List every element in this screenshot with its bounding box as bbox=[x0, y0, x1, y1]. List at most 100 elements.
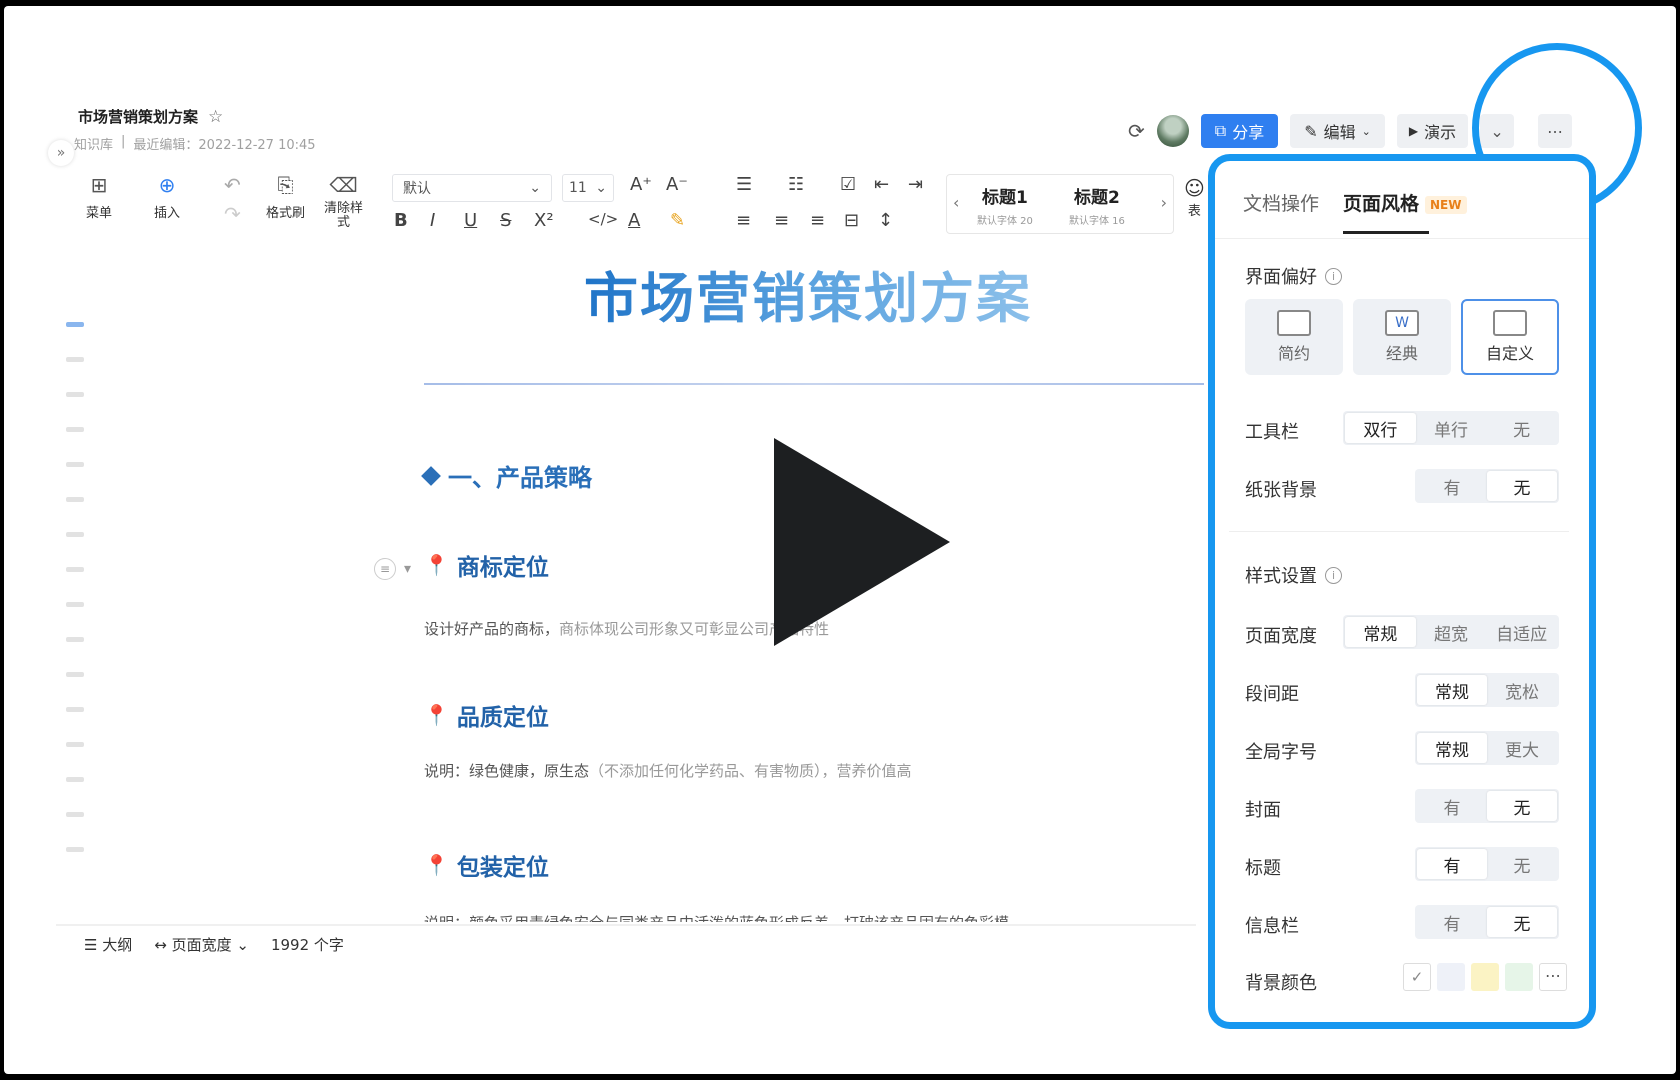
bg-swatch-yellow[interactable] bbox=[1471, 963, 1499, 991]
share-label: 分享 bbox=[1232, 123, 1265, 142]
format-painter-button[interactable]: ⎘ 格式刷 bbox=[266, 172, 305, 221]
paper-opt-no[interactable]: 无 bbox=[1487, 471, 1557, 501]
width-opt-wide[interactable]: 超宽 bbox=[1416, 617, 1487, 647]
edit-button[interactable]: ✎ 编辑 ⌄ bbox=[1290, 114, 1385, 148]
code-icon[interactable]: </> bbox=[588, 210, 618, 228]
outline-marker[interactable] bbox=[66, 637, 84, 642]
justify-icon[interactable]: ⊟ bbox=[844, 210, 859, 231]
width-opt-auto[interactable]: 自适应 bbox=[1486, 617, 1557, 647]
paper-opt-yes[interactable]: 有 bbox=[1417, 471, 1487, 501]
redo-icon[interactable]: ↷ bbox=[224, 202, 241, 226]
outline-marker[interactable] bbox=[66, 602, 84, 607]
chevron-right-icon[interactable]: › bbox=[1161, 193, 1167, 212]
collapse-triangle-icon[interactable]: ▾ bbox=[404, 561, 411, 577]
strikethrough-icon[interactable]: S bbox=[500, 210, 511, 231]
meta-location[interactable]: 知识库 bbox=[74, 134, 113, 153]
pref-simple[interactable]: 简约 bbox=[1245, 299, 1343, 375]
font-select[interactable]: 默认 ⌄ bbox=[392, 174, 552, 202]
menu-button[interactable]: ⊞ 菜单 bbox=[86, 172, 112, 221]
outline-marker[interactable] bbox=[66, 707, 84, 712]
fontsize-opt-normal[interactable]: 常规 bbox=[1417, 733, 1487, 763]
tab-page-style[interactable]: 页面风格 NEW bbox=[1343, 189, 1467, 216]
present-button[interactable]: ▶ 演示 bbox=[1396, 114, 1469, 148]
block-controls: ≡ ▾ bbox=[374, 558, 411, 580]
star-icon[interactable]: ☆ bbox=[208, 107, 223, 127]
outline-marker[interactable] bbox=[66, 847, 84, 852]
outline-marker[interactable] bbox=[66, 567, 84, 572]
align-left-icon[interactable]: ≡ bbox=[736, 210, 751, 231]
underline-icon[interactable]: U bbox=[464, 210, 477, 231]
outline-marker[interactable] bbox=[66, 427, 84, 432]
insert-button[interactable]: ⊕ 插入 bbox=[154, 172, 180, 221]
expand-sidebar-icon[interactable]: » bbox=[48, 140, 74, 166]
indent-icon[interactable]: ⇥ bbox=[908, 174, 923, 195]
outline-marker[interactable] bbox=[66, 497, 84, 502]
bg-swatch-green[interactable] bbox=[1505, 963, 1533, 991]
spacing-opt-loose[interactable]: 宽松 bbox=[1487, 675, 1557, 705]
outline-marker[interactable] bbox=[66, 532, 84, 537]
highlight-icon[interactable]: ✎ bbox=[670, 210, 685, 231]
cover-opt-yes[interactable]: 有 bbox=[1417, 791, 1487, 821]
outline-marker[interactable] bbox=[66, 812, 84, 817]
bg-swatch-blue[interactable] bbox=[1437, 963, 1465, 991]
title-opt-no[interactable]: 无 bbox=[1487, 849, 1557, 879]
outline-marker[interactable] bbox=[66, 462, 84, 467]
bg-swatch-white[interactable]: ✓ bbox=[1403, 963, 1431, 991]
subheading-brand: 📍 商标定位 bbox=[424, 548, 549, 582]
emoji-button[interactable]: ☺ 表 bbox=[1184, 176, 1205, 219]
share-button[interactable]: ⧉ 分享 bbox=[1200, 114, 1279, 148]
superscript-icon[interactable]: X² bbox=[534, 210, 554, 231]
page-width-toggle[interactable]: ↔ 页面宽度 ⌄ bbox=[154, 934, 249, 955]
font-color-icon[interactable]: A bbox=[628, 210, 640, 231]
italic-icon[interactable]: I bbox=[430, 210, 435, 231]
toolbar-opt-double[interactable]: 双行 bbox=[1345, 413, 1416, 443]
block-handle-icon[interactable]: ≡ bbox=[374, 558, 396, 580]
bold-icon[interactable]: B bbox=[394, 210, 408, 231]
heading1-style[interactable]: 标题1 默认字体 20 bbox=[977, 183, 1033, 227]
info-icon[interactable]: i bbox=[1325, 267, 1342, 285]
outline-marker[interactable] bbox=[66, 777, 84, 782]
heading2-style[interactable]: 标题2 默认字体 16 bbox=[1069, 183, 1125, 227]
toolbar-opt-none[interactable]: 无 bbox=[1486, 413, 1557, 443]
outline-marker[interactable] bbox=[66, 357, 84, 362]
pin-icon: 📍 bbox=[424, 853, 449, 877]
video-play-icon[interactable] bbox=[774, 438, 950, 646]
outline-toggle[interactable]: ☰ 大纲 bbox=[84, 934, 132, 955]
fontsize-opt-larger[interactable]: 更大 bbox=[1487, 733, 1557, 763]
clear-format-button[interactable]: ⌫ 清除样式 bbox=[324, 172, 363, 230]
pref-classic[interactable]: W 经典 bbox=[1353, 299, 1451, 375]
outdent-icon[interactable]: ⇤ bbox=[874, 174, 889, 195]
spacing-opt-normal[interactable]: 常规 bbox=[1417, 675, 1487, 705]
increase-font-icon[interactable]: A⁺ bbox=[630, 174, 652, 195]
decrease-font-icon[interactable]: A⁻ bbox=[666, 174, 688, 195]
align-center-icon[interactable]: ≡ bbox=[774, 210, 789, 231]
width-opt-normal[interactable]: 常规 bbox=[1345, 617, 1416, 647]
pref-custom[interactable]: 自定义 bbox=[1461, 299, 1559, 375]
pref-section-title: 界面偏好 i bbox=[1245, 263, 1342, 289]
outline-marker[interactable] bbox=[66, 672, 84, 677]
avatar[interactable] bbox=[1156, 115, 1189, 147]
pen-icon: ✎ bbox=[1304, 121, 1318, 141]
outline-marker[interactable] bbox=[66, 392, 84, 397]
bg-swatch-more[interactable]: ⋯ bbox=[1539, 963, 1567, 991]
play-small-icon: ▶ bbox=[1408, 124, 1419, 138]
line-height-icon[interactable]: ↕ bbox=[878, 210, 893, 231]
outline-marker[interactable] bbox=[66, 742, 84, 747]
numbered-list-icon[interactable]: ☷ bbox=[788, 174, 804, 195]
outline-label: 大纲 bbox=[102, 936, 133, 954]
toolbar-opt-single[interactable]: 单行 bbox=[1416, 413, 1487, 443]
outline-marker-active[interactable] bbox=[66, 322, 84, 327]
bullet-list-icon[interactable]: ☰ bbox=[736, 174, 752, 195]
cover-opt-no[interactable]: 无 bbox=[1487, 791, 1557, 821]
info-opt-yes[interactable]: 有 bbox=[1417, 907, 1487, 937]
chevron-left-icon[interactable]: ‹ bbox=[953, 193, 959, 212]
tab-doc-actions[interactable]: 文档操作 bbox=[1243, 189, 1319, 216]
info-icon[interactable]: i bbox=[1325, 566, 1342, 584]
sync-icon[interactable]: ⟳ bbox=[1128, 119, 1145, 143]
undo-icon[interactable]: ↶ bbox=[224, 172, 241, 198]
align-right-icon[interactable]: ≡ bbox=[810, 210, 825, 231]
checkbox-icon[interactable]: ☑ bbox=[840, 174, 856, 195]
size-select[interactable]: 11 ⌄ bbox=[562, 174, 614, 202]
info-opt-no[interactable]: 无 bbox=[1487, 907, 1557, 937]
title-opt-yes[interactable]: 有 bbox=[1417, 849, 1487, 879]
